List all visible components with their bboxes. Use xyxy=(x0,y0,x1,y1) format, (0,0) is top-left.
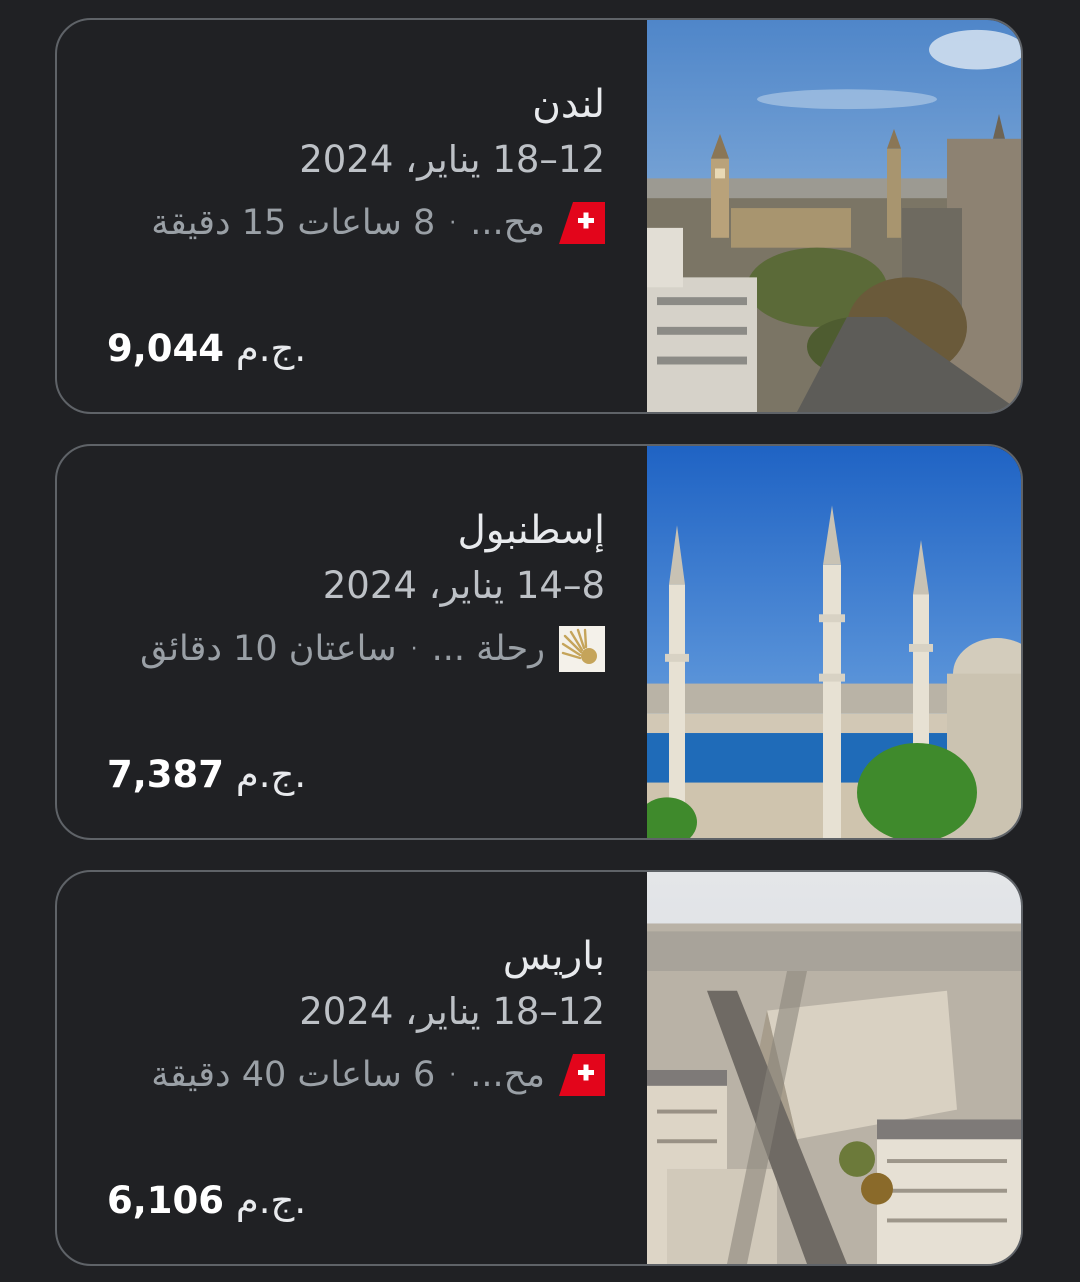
flight-duration: 8 ساعات 15 دقيقة xyxy=(151,203,436,243)
destination-card-paris[interactable]: باريس 12–18 يناير، 2024 مح... · 6 ساعات … xyxy=(55,870,1023,1266)
flight-duration: ساعتان 10 دقائق xyxy=(140,629,397,669)
airline-name: مح... xyxy=(470,1055,545,1095)
paris-photo xyxy=(647,872,1021,1264)
price-currency: ج.م. xyxy=(235,753,307,796)
flight-summary: مح... · 6 ساعات 40 دقيقة xyxy=(151,1052,605,1098)
flight-duration: 6 ساعات 40 دقيقة xyxy=(151,1055,436,1095)
destination-card-istanbul[interactable]: إسطنبول 8–14 يناير، 2024 رحلة ... · ساعت… xyxy=(55,444,1023,840)
price-value: 9,044 xyxy=(107,327,225,370)
destination-card-london[interactable]: لندن 12–18 يناير، 2024 مح... · 8 ساعات 1… xyxy=(55,18,1023,414)
egyptair-airline-icon xyxy=(559,626,605,672)
destination-info: إسطنبول 8–14 يناير، 2024 رحلة ... · ساعت… xyxy=(57,446,651,838)
price-value: 6,106 xyxy=(107,1179,225,1222)
price: 6,106 ج.م. xyxy=(107,1179,306,1222)
trip-dates: 12–18 يناير، 2024 xyxy=(299,138,605,181)
destination-list: لندن 12–18 يناير، 2024 مح... · 8 ساعات 1… xyxy=(0,0,1080,1282)
destination-city: إسطنبول xyxy=(457,508,605,553)
trip-dates: 8–14 يناير، 2024 xyxy=(322,564,605,607)
separator-dot: · xyxy=(449,1062,457,1088)
airline-name: رحلة ... xyxy=(431,629,545,669)
swiss-airline-icon xyxy=(559,1054,605,1096)
swiss-airline-icon xyxy=(559,202,605,244)
price: 7,387 ج.م. xyxy=(107,753,306,796)
separator-dot: · xyxy=(410,636,418,662)
flight-summary: مح... · 8 ساعات 15 دقيقة xyxy=(151,200,605,246)
istanbul-photo xyxy=(647,446,1021,838)
flight-summary: رحلة ... · ساعتان 10 دقائق xyxy=(140,626,605,672)
price-currency: ج.م. xyxy=(235,1179,307,1222)
airline-name: مح... xyxy=(470,203,545,243)
destination-info: لندن 12–18 يناير، 2024 مح... · 8 ساعات 1… xyxy=(57,20,651,412)
price-currency: ج.م. xyxy=(235,327,307,370)
price: 9,044 ج.م. xyxy=(107,327,306,370)
destination-info: باريس 12–18 يناير، 2024 مح... · 6 ساعات … xyxy=(57,872,651,1264)
destination-city: لندن xyxy=(532,82,605,127)
destination-city: باريس xyxy=(502,934,605,979)
london-photo xyxy=(647,20,1021,412)
separator-dot: · xyxy=(449,210,457,236)
price-value: 7,387 xyxy=(107,753,225,796)
trip-dates: 12–18 يناير، 2024 xyxy=(299,990,605,1033)
